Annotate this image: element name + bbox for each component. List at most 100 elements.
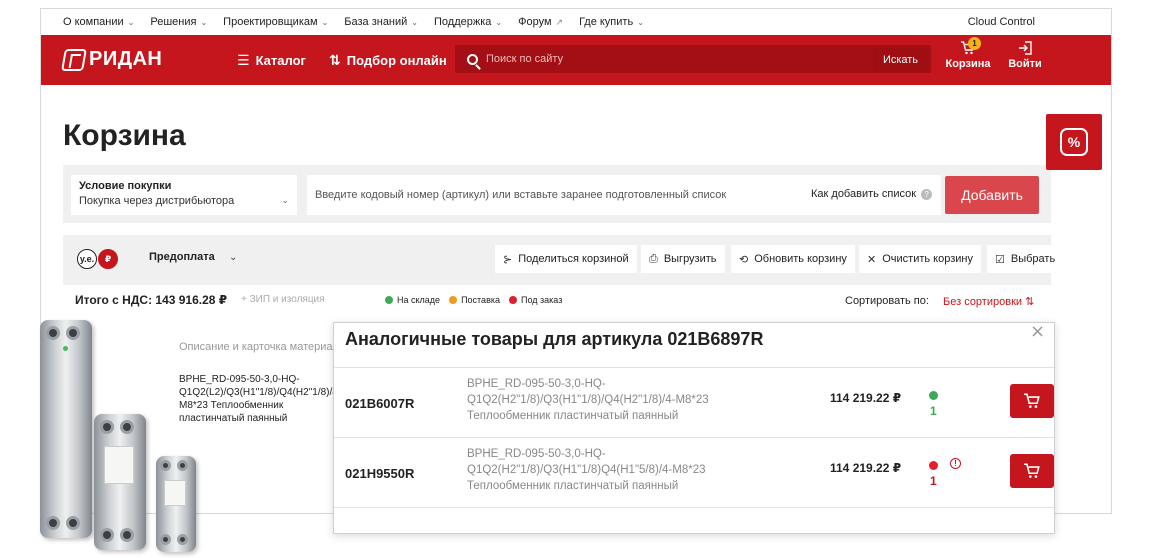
- analog-article[interactable]: 021B6007R: [345, 396, 414, 411]
- in-stock-dot-icon: [929, 391, 938, 400]
- product-label-image: [104, 446, 134, 484]
- topnav-forum[interactable]: Форум ↗: [518, 16, 563, 28]
- cloud-control-link[interactable]: Cloud Control: [968, 16, 1035, 28]
- chevron-down-icon: ⌄: [321, 17, 329, 27]
- topnav-support[interactable]: Поддержка ⌄: [434, 16, 502, 28]
- port-icon: [100, 528, 114, 542]
- logo-icon: [61, 48, 87, 71]
- search-box: [455, 45, 931, 73]
- login-icon: [1019, 41, 1032, 55]
- legend-label: Поставка: [461, 295, 500, 305]
- purchase-condition-select[interactable]: Условие покупки Покупка через дистрибьют…: [71, 175, 297, 215]
- legend-delivery: Поставка: [449, 295, 500, 305]
- topnav-support-label: Поддержка: [434, 16, 492, 28]
- login-button[interactable]: Войти: [1005, 41, 1045, 70]
- currency-ue-toggle[interactable]: у.е.: [77, 249, 97, 269]
- export-button[interactable]: ⎙ Выгрузить: [641, 245, 725, 273]
- chevron-down-icon: ⌄: [281, 195, 289, 205]
- topnav-about[interactable]: О компании ⌄: [63, 16, 134, 28]
- sort-select[interactable]: Без сортировки ⇅: [943, 295, 1034, 308]
- currency-rub-toggle[interactable]: ₽: [98, 249, 118, 269]
- legend-on-order: Под заказ: [509, 295, 562, 305]
- catalog-button[interactable]: ☰ Каталог: [237, 52, 306, 69]
- product-image-medium: [94, 414, 146, 550]
- chevron-down-icon: ⌄: [200, 17, 208, 27]
- sliders-icon: ⇅: [329, 52, 341, 68]
- sort-label: Сортировать по:: [845, 295, 929, 307]
- availability-legend: На складе Поставка Под заказ: [385, 295, 571, 305]
- menu-icon: ☰: [237, 52, 250, 68]
- select-button[interactable]: ☑ Выбрать: [987, 245, 1064, 273]
- port-icon: [46, 326, 60, 340]
- analog-description[interactable]: BPHE_RD-095-50-3,0-HQ- Q1Q2(H2"1/8)/Q3(H…: [467, 376, 767, 424]
- cart-label: Корзина: [945, 58, 991, 70]
- port-icon: [46, 516, 60, 530]
- topnav-where-to-buy[interactable]: Где купить ⌄: [579, 16, 644, 28]
- topnav-forum-label: Форум: [518, 16, 552, 28]
- chevron-down-icon[interactable]: ⌄: [229, 252, 237, 263]
- analog-description[interactable]: BPHE_RD-095-50-3,0-HQ- Q1Q2(H2"1/8)/Q3(H…: [467, 446, 767, 494]
- share-cart-button[interactable]: ⊱ Поделиться корзиной: [495, 245, 637, 273]
- logo[interactable]: РИДАН: [61, 48, 163, 71]
- purchase-condition-label: Условие покупки: [79, 180, 172, 192]
- add-to-cart-button[interactable]: [1010, 454, 1054, 488]
- modal-title: Аналогичные товары для артикула 021B6897…: [345, 329, 764, 349]
- cart-icon: [1024, 463, 1040, 478]
- on-order-dot-icon: [929, 461, 938, 470]
- analog-description-line: Теплообменник пластинчатый паянный: [467, 410, 679, 422]
- analog-description-line: BPHE_RD-095-50-3,0-HQ-: [467, 448, 606, 460]
- top-nav: О компании ⌄ Решения ⌄ Проектировщикам ⌄ Ба…: [41, 9, 1111, 35]
- close-icon[interactable]: ×: [1030, 323, 1045, 342]
- legend-in-stock: На складе: [385, 295, 440, 305]
- status-dot-icon: [385, 296, 393, 304]
- chevron-down-icon: ⌄: [495, 17, 503, 27]
- add-to-cart-button[interactable]: [1010, 384, 1054, 418]
- promo-button[interactable]: %: [1046, 114, 1102, 170]
- warning-icon[interactable]: !: [950, 458, 961, 469]
- topnav-solutions[interactable]: Решения ⌄: [150, 16, 207, 28]
- analog-description-line: Теплообменник пластинчатый паянный: [467, 480, 679, 492]
- clear-cart-label: Очистить корзину: [882, 253, 973, 265]
- topnav-designers-label: Проектировщикам: [223, 16, 318, 28]
- analog-article[interactable]: 021H9550R: [345, 466, 414, 481]
- status-dot-icon: [509, 296, 517, 304]
- percent-icon: %: [1060, 128, 1088, 156]
- product-image-small: [156, 456, 196, 552]
- payment-type-select[interactable]: Предоплата: [149, 251, 215, 263]
- product-label-image: [164, 480, 186, 506]
- topnav-designers[interactable]: Проектировщикам ⌄: [223, 16, 328, 28]
- cart-toolbar: у.е. ₽ Предоплата ⌄ ⊱ Поделиться корзиной…: [63, 235, 1064, 285]
- cart-item-description[interactable]: BPHE_RD-095-50-3,0-HQ-Q1Q2(L2)/Q3(H1"1/8…: [179, 373, 341, 425]
- chevron-down-icon: ⌄: [411, 17, 418, 27]
- file-upload-icon: ⎙: [649, 252, 658, 265]
- port-icon: [177, 460, 188, 471]
- status-dot-icon: [449, 296, 458, 304]
- refresh-cart-button[interactable]: ⟲ Обновить корзину: [731, 245, 855, 273]
- cart-count-badge: 1: [968, 37, 981, 50]
- topnav-where-to-buy-label: Где купить: [579, 16, 634, 28]
- selection-online-button[interactable]: ⇅ Подбор онлайн: [329, 52, 447, 69]
- topnav-solutions-label: Решения: [150, 16, 197, 28]
- divider: [334, 507, 1054, 533]
- purchase-condition-value: Покупка через дистрибьютора: [79, 195, 235, 207]
- spare-parts-link[interactable]: + ЗИП и изоляция: [241, 294, 325, 305]
- analog-price: 114 219.22 ₽: [830, 461, 902, 475]
- search-icon: [467, 53, 478, 65]
- topnav-knowledge[interactable]: База знаний ⌄: [344, 16, 418, 28]
- status-dot-icon: [63, 346, 68, 351]
- chevron-down-icon: ⌄: [637, 17, 644, 27]
- topnav-knowledge-label: База знаний: [344, 16, 408, 28]
- main-header: РИДАН ☰ Каталог ⇅ Подбор онлайн Искать К…: [41, 35, 1111, 85]
- search-button[interactable]: Искать: [873, 48, 928, 72]
- add-button[interactable]: Добавить: [945, 176, 1039, 214]
- analog-description-line: BPHE_RD-095-50-3,0-HQ-: [467, 378, 606, 390]
- analog-description-line: Q1Q2(H2"1/8)/Q3(H1"1/8)/Q4(H2"1/8)/4-M8*…: [467, 394, 709, 406]
- analog-products-modal: Аналогичные товары для артикула 021B6897…: [333, 322, 1055, 534]
- refresh-icon: ⟲: [739, 253, 749, 266]
- logo-text: РИДАН: [89, 48, 163, 70]
- export-label: Выгрузить: [663, 253, 717, 265]
- how-to-add-link[interactable]: Как добавить список ?: [811, 188, 933, 200]
- clear-cart-button[interactable]: ✕ Очистить корзину: [859, 245, 981, 273]
- search-input[interactable]: [486, 53, 866, 65]
- analog-qty: 1: [930, 474, 937, 488]
